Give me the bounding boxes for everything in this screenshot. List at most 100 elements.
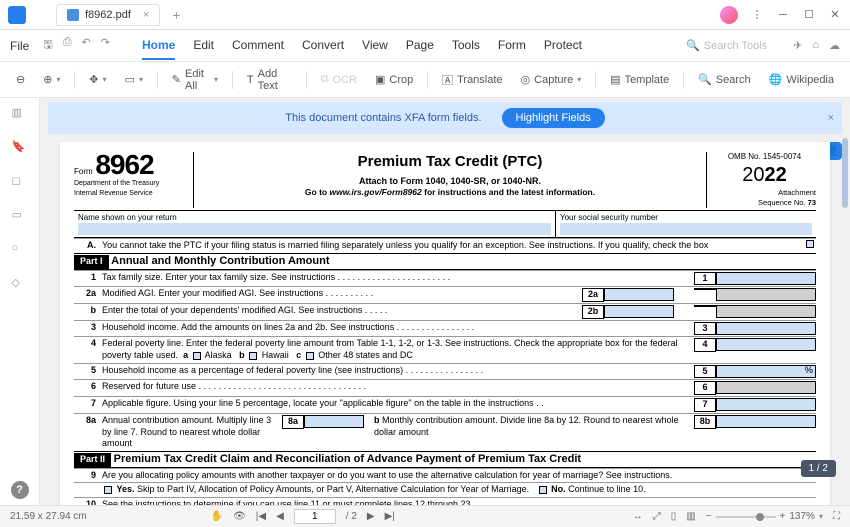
minimize-button[interactable]: ─ (776, 8, 790, 22)
continuous-icon[interactable]: ▥ (686, 511, 695, 522)
tab-convert[interactable]: Convert (302, 32, 344, 60)
select-tool[interactable]: ▭▾ (121, 71, 147, 88)
cloud-icon[interactable]: ☁ (829, 39, 840, 52)
fullscreen-icon[interactable]: ⛶ (833, 511, 840, 522)
thumbnails-icon[interactable]: ▥ (12, 106, 28, 122)
hand-mode-icon[interactable]: ✋ (211, 511, 223, 522)
f2a[interactable] (604, 288, 674, 301)
help-button[interactable]: ? (11, 481, 29, 499)
ck9no[interactable] (539, 486, 547, 494)
last-page-button[interactable]: ▶| (385, 511, 395, 522)
layers-icon[interactable]: ◇ (12, 276, 28, 292)
xfa-banner: This document contains XFA form fields. … (48, 102, 842, 134)
tab-home[interactable]: Home (142, 32, 175, 60)
bookmark-icon[interactable]: 🔖 (12, 140, 28, 156)
form-number: 8962 (95, 149, 153, 180)
comment-panel-icon[interactable]: ◻ (12, 174, 28, 190)
name-field[interactable] (78, 223, 551, 235)
next-page-button[interactable]: ▶ (367, 511, 375, 522)
name-label: Name shown on your return (78, 213, 551, 223)
hand-select-tool[interactable]: ✥▾ (85, 71, 110, 88)
zoom-out-button[interactable]: ⊖ (12, 71, 29, 88)
ocr-button[interactable]: ⧉ OCR (317, 71, 361, 88)
left-sidebar: ▥ 🔖 ◻ ▭ ○ ◇ ? (0, 98, 40, 505)
home-icon[interactable]: ⌂ (812, 39, 819, 52)
check-a[interactable] (806, 240, 814, 248)
l10: See the instructions to determine if you… (102, 499, 816, 505)
tab-form[interactable]: Form (498, 32, 526, 60)
zoom-minus-icon[interactable]: − (706, 511, 712, 522)
first-page-button[interactable]: |◀ (256, 511, 266, 522)
ck-hi[interactable] (249, 352, 257, 360)
capture-button[interactable]: ◎ Capture▾ (517, 71, 586, 88)
template-button[interactable]: ▤ Template (606, 71, 673, 88)
ck-other[interactable] (306, 352, 314, 360)
single-page-icon[interactable]: ▯ (671, 511, 677, 522)
scrollbar[interactable] (842, 138, 848, 208)
part1-title: Annual and Monthly Contribution Amount (111, 255, 329, 267)
file-menu[interactable]: File (10, 39, 29, 53)
undo-icon[interactable]: ↶ (82, 36, 91, 55)
menu-tabs: Home Edit Comment Convert View Page Tool… (142, 32, 582, 60)
l2b: Enter the total of your dependents' modi… (102, 305, 582, 317)
crop-button[interactable]: ▣ Crop (371, 71, 417, 88)
f1[interactable] (716, 272, 816, 285)
print-icon[interactable]: ⎙ (63, 36, 72, 55)
attachment-icon[interactable]: ▭ (12, 208, 28, 224)
close-icon[interactable]: × (143, 9, 149, 21)
toolbar: ⊖ ⊕▾ ✥▾ ▭▾ ✎ Edit All▾ T Add Text ⧉ OCR … (0, 62, 850, 98)
document-tab[interactable]: f8962.pdf × (56, 4, 160, 26)
fit-page-icon[interactable]: ⤢ (653, 511, 661, 522)
l5: Household income as a percentage of fede… (102, 365, 694, 377)
ck9yes[interactable] (104, 486, 112, 494)
zoom-plus-icon[interactable]: + (780, 511, 786, 522)
edit-all-button[interactable]: ✎ Edit All▾ (168, 66, 222, 94)
search-button[interactable]: 🔍 Search (694, 71, 755, 88)
close-button[interactable]: ✕ (828, 8, 842, 22)
wikipedia-button[interactable]: 🌐 Wikipedia (765, 71, 838, 88)
l1: Tax family size. Enter your tax family s… (102, 272, 694, 284)
f5[interactable]: % (716, 365, 816, 378)
tab-view[interactable]: View (362, 32, 388, 60)
tab-edit[interactable]: Edit (193, 32, 214, 60)
tab-protect[interactable]: Protect (544, 32, 582, 60)
translate-button[interactable]: 🄰 Translate (438, 70, 506, 90)
highlight-fields-button[interactable]: Highlight Fields (502, 108, 605, 128)
banner-close-icon[interactable]: × (828, 112, 834, 124)
fit-width-icon[interactable]: ↔ (633, 511, 643, 522)
share-icon[interactable]: ✈ (793, 39, 802, 52)
avatar[interactable] (720, 6, 738, 24)
f4[interactable] (716, 338, 816, 351)
tab-page[interactable]: Page (406, 32, 434, 60)
ck-ak[interactable] (193, 352, 201, 360)
page-total: / 2 (346, 511, 357, 522)
part2: Part II (74, 453, 111, 467)
zoom-slider[interactable] (716, 516, 776, 518)
form-title: Premium Tax Credit (PTC) (200, 152, 700, 172)
f3[interactable] (716, 322, 816, 335)
page-input[interactable] (294, 509, 336, 524)
save-icon[interactable]: 🖫 (43, 36, 52, 55)
redo-icon[interactable]: ↷ (101, 36, 110, 55)
menubar: File 🖫 ⎙ ↶ ↷ Home Edit Comment Convert V… (0, 30, 850, 62)
f8a[interactable] (304, 415, 364, 428)
ssn-field[interactable] (560, 223, 812, 235)
f7[interactable] (716, 398, 816, 411)
pdf-page: Form 8962 Department of the Treasury Int… (60, 142, 830, 505)
f8b[interactable] (716, 415, 816, 428)
maximize-button[interactable]: ☐ (802, 8, 816, 22)
f2b[interactable] (604, 305, 674, 318)
tab-comment[interactable]: Comment (232, 32, 284, 60)
kebab-icon[interactable]: ⋮ (750, 8, 764, 22)
search-panel-icon[interactable]: ○ (12, 242, 28, 258)
prev-page-button[interactable]: ◀ (276, 511, 284, 522)
omb: OMB No. 1545-0074 (713, 152, 816, 162)
part1: Part I (74, 255, 109, 269)
read-mode-icon[interactable]: 👁 (233, 511, 246, 522)
search-tools[interactable]: 🔍 Search Tools (686, 39, 767, 52)
zoom-in-button[interactable]: ⊕▾ (39, 71, 64, 88)
part2-title: Premium Tax Credit Claim and Reconciliat… (114, 453, 581, 465)
new-tab-button[interactable]: + (172, 7, 180, 23)
tab-tools[interactable]: Tools (452, 32, 480, 60)
add-text-button[interactable]: T Add Text (243, 66, 296, 94)
